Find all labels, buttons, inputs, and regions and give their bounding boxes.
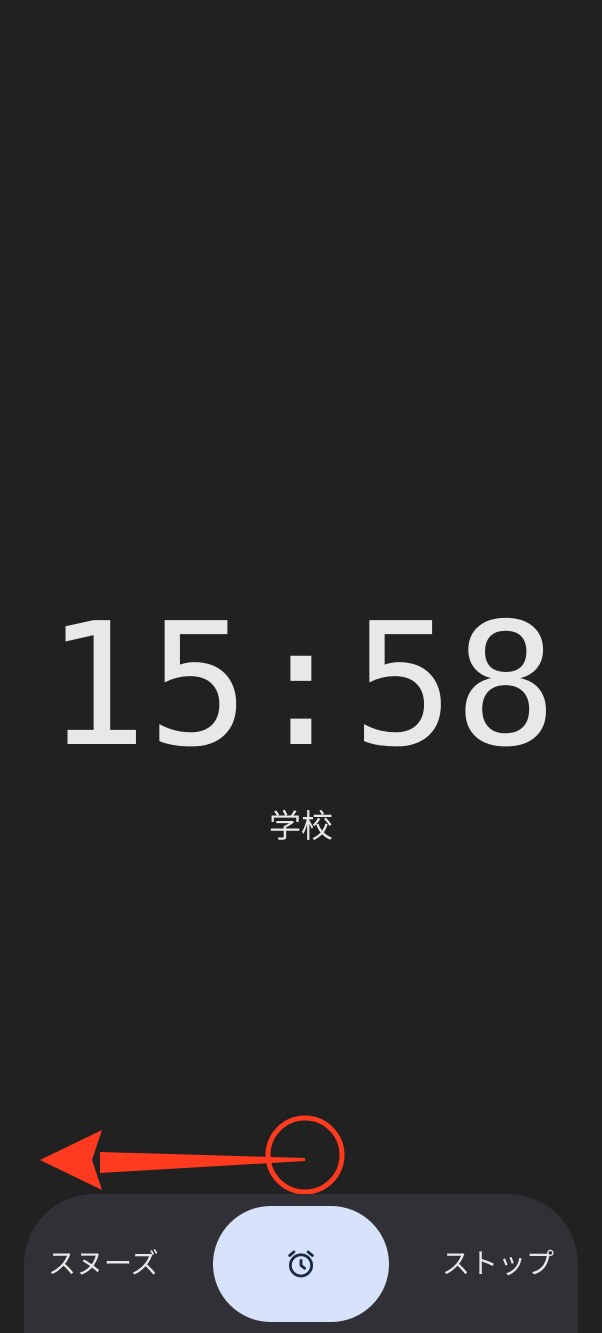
alarm-swipe-handle[interactable] — [213, 1206, 389, 1322]
alarm-clock-icon — [288, 1250, 314, 1278]
alarm-screen: 15:58 学校 スヌーズ ストップ — [0, 0, 602, 1333]
snooze-button[interactable]: スヌーズ — [24, 1236, 214, 1292]
stop-button[interactable]: ストップ — [388, 1236, 578, 1292]
swipe-left-arrow-icon — [40, 1115, 345, 1195]
alarm-label: 学校 — [268, 807, 333, 845]
alarm-time: 15:58 — [45, 587, 557, 785]
